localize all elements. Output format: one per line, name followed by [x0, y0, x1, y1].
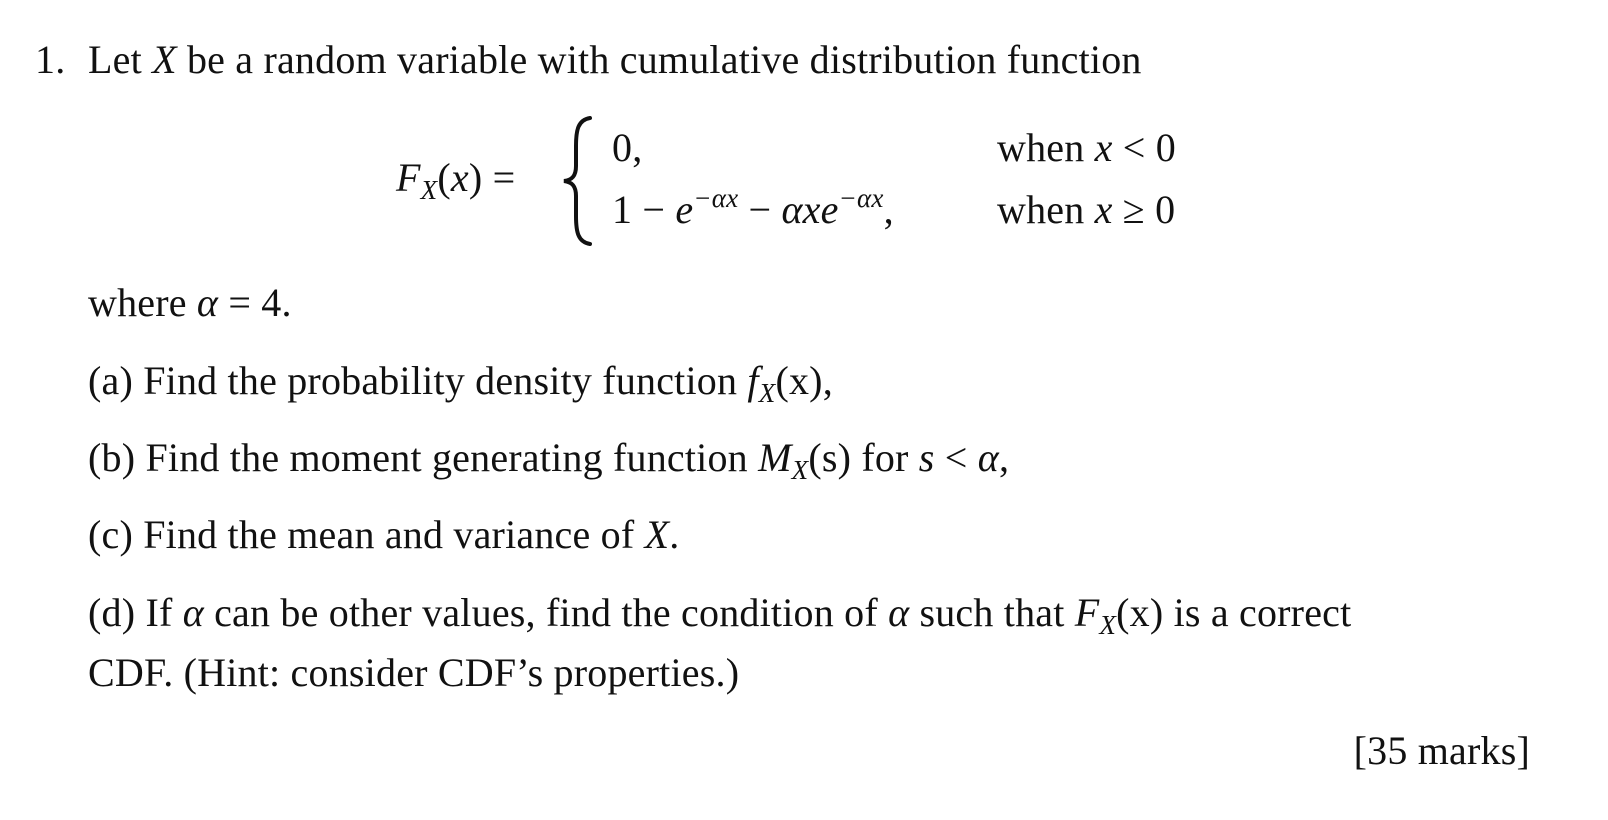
- minus-sign: −: [738, 187, 782, 232]
- left-brace-icon: [563, 116, 592, 246]
- where-text: where: [88, 280, 197, 325]
- case-expression-1: 0,: [612, 125, 643, 170]
- alpha-value: = 4.: [218, 280, 292, 325]
- question-number: 1.: [35, 37, 66, 82]
- cdf-lhs: FX(x) =: [396, 155, 516, 204]
- alpha-symbol: α: [977, 435, 999, 480]
- mgf-subscript: X: [791, 455, 809, 485]
- mgf-argument: (s): [808, 435, 852, 480]
- cdf-paren-open: (: [437, 155, 451, 200]
- alpha-x: αx: [781, 187, 821, 232]
- case-condition-2: when x ≥ 0: [997, 190, 1175, 230]
- part-c-label: (c): [88, 512, 133, 557]
- one-minus: 1 −: [612, 187, 676, 232]
- part-b-mid: for: [851, 435, 919, 480]
- condition-word: when: [997, 187, 1095, 232]
- comma: ,: [883, 187, 894, 232]
- part-a-tail: ,: [822, 358, 833, 403]
- condition-relation: < 0: [1112, 125, 1176, 170]
- part-d-text-2: can be other values, find the condition …: [203, 590, 889, 635]
- part-b: (b) Find the moment generating function …: [88, 435, 1010, 484]
- part-a-text: Find the probability density function: [133, 358, 748, 403]
- part-d-text-4: is a correct: [1163, 590, 1352, 635]
- part-a: (a) Find the probability density functio…: [88, 358, 833, 407]
- cdf-argument: x: [450, 155, 469, 200]
- condition-word: when: [997, 125, 1095, 170]
- mgf-function-symbol: M: [758, 435, 792, 480]
- part-d-line-2: CDF. (Hint: consider CDF’s properties.): [88, 650, 740, 695]
- part-b-tail: ,: [998, 435, 1010, 480]
- part-c-tail: .: [669, 512, 680, 557]
- cdf-function-symbol: F: [1074, 590, 1100, 635]
- intro-text-tail: be a random variable with cumulative dis…: [176, 37, 1142, 82]
- intro-text: Let: [88, 37, 153, 82]
- part-b-text: Find the moment generating function: [135, 435, 759, 480]
- pdf-function-symbol: f: [747, 358, 759, 403]
- marks-label: [35 marks]: [1353, 728, 1530, 773]
- cdf-subscript: X: [420, 175, 438, 205]
- euler-e-2: e: [820, 187, 839, 232]
- parameter-statement: where α = 4.: [88, 283, 292, 323]
- condition-variable: x: [1094, 187, 1113, 232]
- exponent-2: −αx: [838, 183, 884, 213]
- equals-sign: =: [482, 155, 516, 200]
- part-d-text-3: such that: [909, 590, 1075, 635]
- part-d-line-1: (d) If α can be other values, find the c…: [88, 590, 1352, 639]
- part-d-text-1: If: [135, 590, 183, 635]
- part-b-label: (b): [88, 435, 136, 480]
- cdf-subscript: X: [1099, 610, 1117, 640]
- case-expression-2: 1 − e−αx − αxe−αx,: [612, 185, 894, 232]
- alpha-symbol: α: [888, 590, 910, 635]
- part-c: (c) Find the mean and variance of X.: [88, 515, 679, 555]
- random-variable-symbol: X: [152, 37, 177, 82]
- cdf-argument: (x): [1116, 590, 1164, 635]
- condition-relation: ≥ 0: [1112, 187, 1176, 232]
- alpha-symbol: α: [182, 590, 204, 635]
- pdf-subscript: X: [758, 378, 776, 408]
- part-c-text: Find the mean and variance of: [133, 512, 645, 557]
- alpha-symbol: α: [196, 280, 219, 325]
- s-variable: s: [918, 435, 935, 480]
- cdf-function-symbol: F: [396, 155, 421, 200]
- cdf-paren-close: ): [468, 155, 483, 200]
- euler-e-1: e: [675, 187, 694, 232]
- less-than: <: [934, 435, 978, 480]
- part-d-label: (d): [88, 590, 136, 635]
- part-a-label: (a): [88, 358, 133, 403]
- condition-variable: x: [1094, 125, 1113, 170]
- random-variable-symbol: X: [644, 512, 670, 557]
- question-intro: Let X be a random variable with cumulati…: [88, 40, 1142, 80]
- case-condition-1: when x < 0: [997, 128, 1176, 168]
- exponent-1: −αx: [693, 183, 739, 213]
- pdf-argument: (x): [775, 358, 823, 403]
